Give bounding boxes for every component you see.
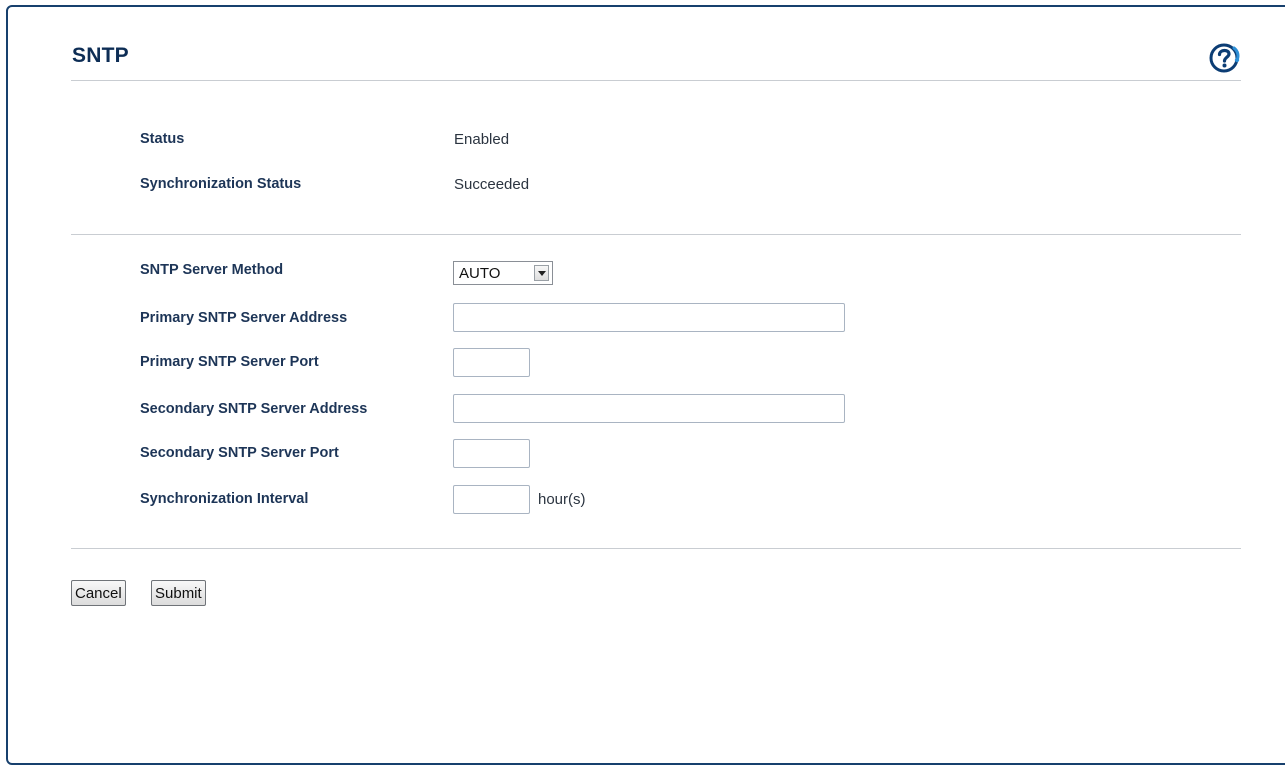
primary-address-input[interactable] [453, 303, 845, 332]
help-question-icon[interactable] [1207, 40, 1243, 76]
secondary-address-input[interactable] [453, 394, 845, 423]
section-divider [71, 234, 1241, 235]
status-label: Status [140, 131, 185, 147]
secondary-address-label: Secondary SNTP Server Address [140, 401, 368, 417]
sync-status-label: Synchronization Status [140, 176, 302, 192]
sync-interval-label: Synchronization Interval [140, 491, 309, 507]
secondary-port-label: Secondary SNTP Server Port [140, 445, 339, 461]
submit-button[interactable]: Submit [151, 580, 206, 606]
content-frame [6, 5, 1285, 765]
sync-interval-input[interactable] [453, 485, 530, 514]
server-method-select[interactable]: AUTO [453, 261, 553, 285]
sync-interval-unit: hour(s) [538, 491, 586, 508]
form-divider [71, 548, 1241, 549]
secondary-port-input[interactable] [453, 439, 530, 468]
server-method-selected-value: AUTO [459, 265, 501, 282]
title-divider [71, 80, 1241, 81]
cancel-button[interactable]: Cancel [71, 580, 126, 606]
server-method-label: SNTP Server Method [140, 262, 284, 278]
sync-status-value: Succeeded [454, 176, 530, 193]
status-value: Enabled [454, 131, 510, 148]
primary-port-input[interactable] [453, 348, 530, 377]
primary-address-label: Primary SNTP Server Address [140, 310, 348, 326]
page-title: SNTP [72, 44, 129, 67]
primary-port-label: Primary SNTP Server Port [140, 354, 319, 370]
chevron-down-icon[interactable] [534, 265, 549, 281]
